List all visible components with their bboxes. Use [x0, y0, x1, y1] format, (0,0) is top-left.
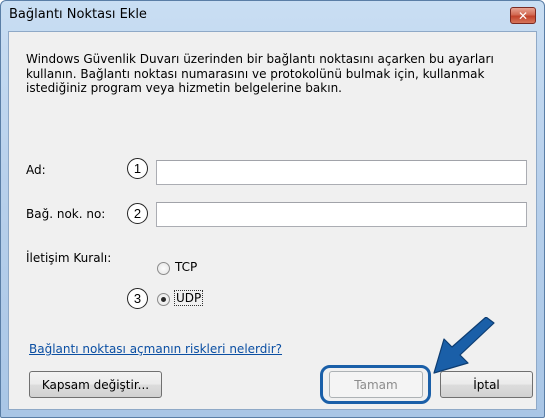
- callout-1: 1: [127, 158, 148, 179]
- name-input[interactable]: [156, 160, 527, 185]
- tcp-radio-label[interactable]: TCP: [175, 260, 197, 274]
- close-button[interactable]: ✕: [510, 7, 536, 24]
- tcp-radio[interactable]: [157, 262, 170, 275]
- change-scope-button[interactable]: Kapsam değiştir...: [29, 371, 162, 398]
- pointer-arrow-icon: [433, 317, 495, 374]
- name-label: Ad:: [26, 163, 46, 177]
- ok-button-highlight: [320, 365, 431, 404]
- port-number-label: Bağ. nok. no:: [26, 207, 106, 221]
- port-risks-link[interactable]: Bağlantı noktası açmanın riskleri nelerd…: [29, 342, 282, 356]
- callout-3: 3: [127, 288, 148, 309]
- udp-radio[interactable]: [157, 293, 170, 306]
- intro-text: Windows Güvenlik Duvarı üzerinden bir ba…: [26, 52, 494, 95]
- port-number-input[interactable]: [156, 202, 527, 227]
- protocol-label: İletişim Kuralı:: [26, 251, 112, 265]
- callout-2: 2: [127, 203, 148, 224]
- add-port-dialog: Bağlantı Noktası Ekle ✕ Windows Güvenlik…: [0, 0, 545, 418]
- udp-radio-label[interactable]: UDP: [174, 290, 204, 306]
- dialog-title: Bağlantı Noktası Ekle: [9, 7, 147, 22]
- close-icon: ✕: [517, 8, 529, 23]
- title-bar: Bağlantı Noktası Ekle ✕: [1, 1, 544, 31]
